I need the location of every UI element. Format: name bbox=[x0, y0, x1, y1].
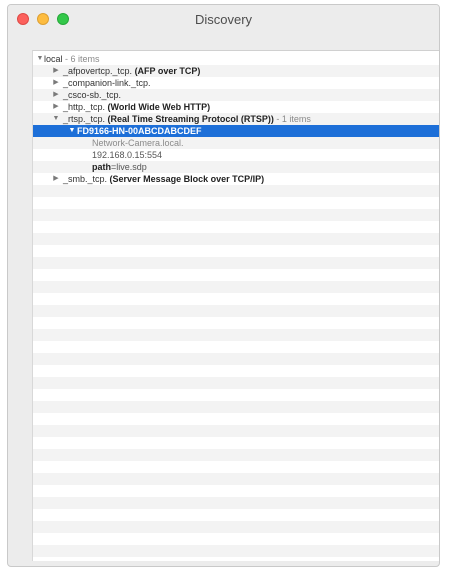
tree-row-http[interactable]: ▶ _http._tcp. (World Wide Web HTTP) bbox=[33, 101, 439, 113]
window-title: Discovery bbox=[194, 12, 253, 27]
tree-row-afpovertcp[interactable]: ▶ _afpovertcp._tcp. (AFP over TCP) bbox=[33, 65, 439, 77]
tree-row-device-host[interactable]: Network-Camera.local. bbox=[33, 137, 439, 149]
tree-row-device[interactable]: ▼ FD9166-HN-00ABCDABCDEF bbox=[33, 125, 439, 137]
tree-row-rtsp[interactable]: ▼ _rtsp._tcp. (Real Time Streaming Proto… bbox=[33, 113, 439, 125]
tree-row-csco-sb[interactable]: ▶ _csco-sb._tcp. bbox=[33, 89, 439, 101]
service-count: - 1 items bbox=[273, 114, 311, 124]
service-name: _companion-link._tcp. bbox=[63, 78, 151, 88]
tree-row-device-path[interactable]: path=live.sdp bbox=[33, 161, 439, 173]
service-name: _http._tcp. bbox=[63, 102, 106, 112]
local-label: local bbox=[44, 54, 63, 64]
service-name: _rtsp._tcp. bbox=[63, 114, 106, 124]
service-name: _afpovertcp._tcp. bbox=[63, 66, 133, 76]
disclosure-right-icon[interactable]: ▶ bbox=[52, 101, 60, 113]
disclosure-down-icon[interactable]: ▼ bbox=[52, 113, 60, 125]
device-name: FD9166-HN-00ABCDABCDEF bbox=[77, 126, 202, 136]
service-description: (Real Time Streaming Protocol (RTSP)) bbox=[107, 114, 274, 124]
tree-row-local[interactable]: ▼ local - 6 items bbox=[33, 53, 439, 65]
service-description: (AFP over TCP) bbox=[134, 66, 201, 76]
disclosure-right-icon[interactable]: ▶ bbox=[52, 173, 60, 185]
txt-record-value: =live.sdp bbox=[111, 162, 147, 172]
disclosure-right-icon[interactable]: ▶ bbox=[52, 65, 60, 77]
service-description: (World Wide Web HTTP) bbox=[107, 102, 211, 112]
device-host: Network-Camera.local. bbox=[92, 138, 184, 148]
discovery-window: Discovery ▼ local - 6 items ▶ _afpovertc… bbox=[7, 4, 440, 567]
txt-record-key: path bbox=[92, 162, 111, 172]
device-address: 192.168.0.15:554 bbox=[92, 150, 163, 160]
title-bar[interactable]: Discovery bbox=[8, 5, 439, 37]
tree-row-device-address[interactable]: 192.168.0.15:554 bbox=[33, 149, 439, 161]
disclosure-right-icon[interactable]: ▶ bbox=[52, 77, 60, 89]
tree-row-smb[interactable]: ▶ _smb._tcp. (Server Message Block over … bbox=[33, 173, 439, 185]
disclosure-down-icon[interactable]: ▼ bbox=[68, 125, 76, 137]
service-description: (Server Message Block over TCP/IP) bbox=[109, 174, 265, 184]
disclosure-down-icon[interactable]: ▼ bbox=[36, 53, 44, 65]
service-tree[interactable]: ▼ local - 6 items ▶ _afpovertcp._tcp. (A… bbox=[32, 50, 439, 561]
service-name: _smb._tcp. bbox=[63, 174, 108, 184]
disclosure-right-icon[interactable]: ▶ bbox=[52, 89, 60, 101]
tree-row-companion-link[interactable]: ▶ _companion-link._tcp. bbox=[33, 77, 439, 89]
service-name: _csco-sb._tcp. bbox=[63, 90, 122, 100]
local-count: - 6 items bbox=[62, 54, 100, 64]
